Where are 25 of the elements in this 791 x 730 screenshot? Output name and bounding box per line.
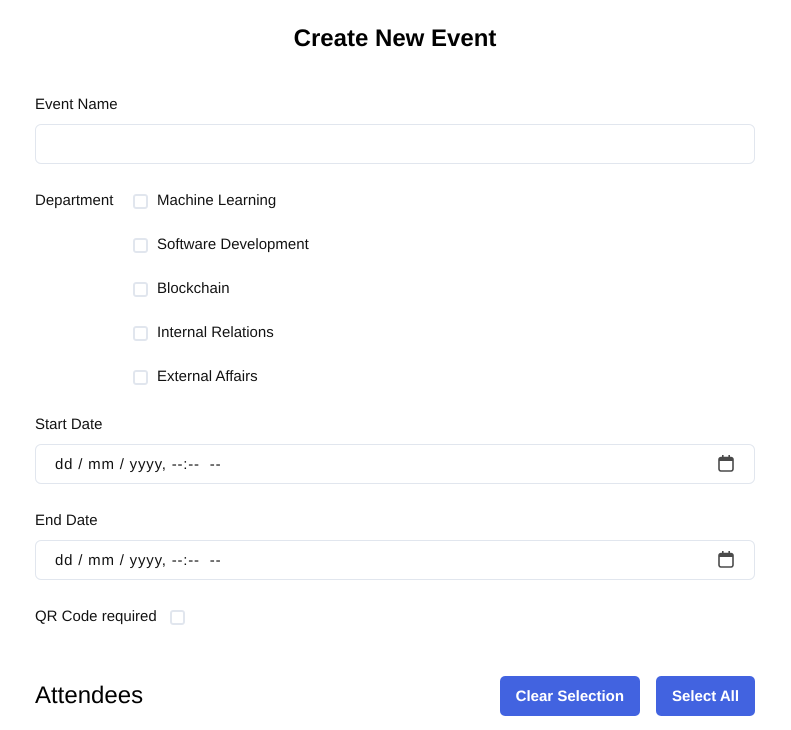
field-label: End Date xyxy=(35,511,98,531)
date-time-field[interactable]: dd / mm / yyyy, --:-- -- xyxy=(35,444,755,484)
checkbox-label[interactable]: External Affairs xyxy=(157,367,258,387)
checkbox-label[interactable]: Software Development xyxy=(157,235,309,255)
checkbox[interactable] xyxy=(133,282,148,296)
field-label: Event Name xyxy=(35,95,118,115)
page-title: Create New Event xyxy=(294,25,496,53)
field-label: Department xyxy=(35,191,114,211)
checkbox-label[interactable]: Machine Learning xyxy=(157,191,276,211)
date-time-field[interactable]: dd / mm / yyyy, --:-- -- xyxy=(35,540,755,580)
checkbox[interactable] xyxy=(170,610,185,624)
field-label: Start Date xyxy=(35,415,103,435)
checkbox-label[interactable]: Blockchain xyxy=(157,279,230,299)
calendar-icon[interactable] xyxy=(718,551,734,568)
section-heading: Attendees xyxy=(35,681,144,711)
field-label: QR Code required xyxy=(35,607,157,627)
checkbox-label[interactable]: Internal Relations xyxy=(157,323,274,343)
checkbox[interactable] xyxy=(133,238,148,252)
action-button[interactable]: Clear Selection xyxy=(500,676,640,716)
checkbox[interactable] xyxy=(133,370,148,384)
calendar-icon[interactable] xyxy=(718,455,734,472)
checkbox[interactable] xyxy=(133,326,148,340)
action-button[interactable]: Select All xyxy=(656,676,755,716)
event-name-input[interactable] xyxy=(35,124,755,164)
checkbox[interactable] xyxy=(133,194,148,208)
